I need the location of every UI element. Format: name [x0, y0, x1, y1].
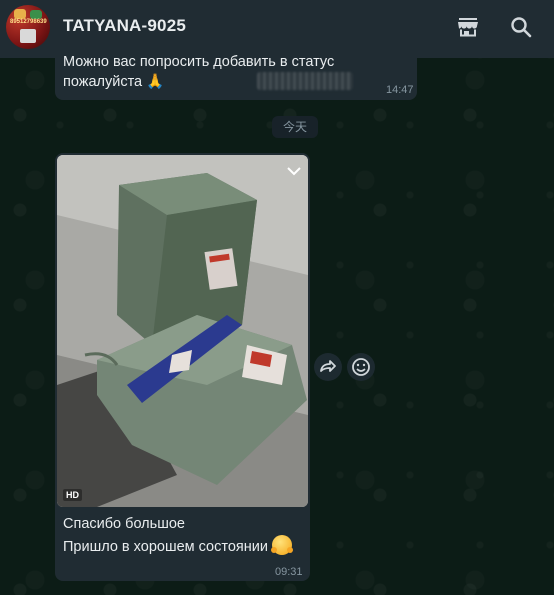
- caption-line: Спасибо большое: [63, 516, 185, 532]
- avatar-text: 89512798639: [10, 19, 47, 25]
- message-time: 14:47: [386, 84, 414, 96]
- hugging-face-emoji-icon: [270, 535, 293, 555]
- message-time: 09:31: [275, 566, 303, 578]
- store-icon: [458, 18, 478, 37]
- avatar-shape: [20, 29, 36, 43]
- caption-line-text: Пришло в хорошем состоянии: [63, 539, 268, 555]
- chat-header: 89512798639 TATYANA-9025: [0, 0, 554, 58]
- message-bubble-incoming-image[interactable]: HD Спасибо большое Пришло в хорошем сост…: [55, 153, 310, 581]
- avatar-shape: [30, 10, 42, 19]
- caption-line: Пришло в хорошем состоянии: [63, 535, 293, 558]
- message-menu-button[interactable]: [286, 165, 302, 177]
- chevron-down-icon: [287, 167, 301, 176]
- forward-icon: [320, 360, 336, 372]
- avatar-shape: [14, 9, 26, 19]
- forward-button[interactable]: [314, 353, 342, 381]
- date-divider: 今天: [272, 116, 318, 138]
- avatar[interactable]: 89512798639: [6, 5, 50, 49]
- message-photo[interactable]: HD: [57, 155, 308, 507]
- hd-badge: HD: [63, 489, 82, 501]
- emoji-reaction-icon: [352, 358, 370, 376]
- message-caption: Спасибо большое Пришло в хорошем состоян…: [63, 514, 293, 558]
- search-button[interactable]: [508, 14, 534, 40]
- message-bubble-incoming[interactable]: Можно вас попросить добавить в статус по…: [55, 52, 417, 100]
- store-button[interactable]: [455, 14, 481, 40]
- search-icon: [511, 17, 532, 38]
- blurred-text: [257, 72, 353, 90]
- reaction-button[interactable]: [347, 353, 375, 381]
- parcel-photo: [57, 155, 308, 507]
- contact-name[interactable]: TATYANA-9025: [63, 16, 186, 36]
